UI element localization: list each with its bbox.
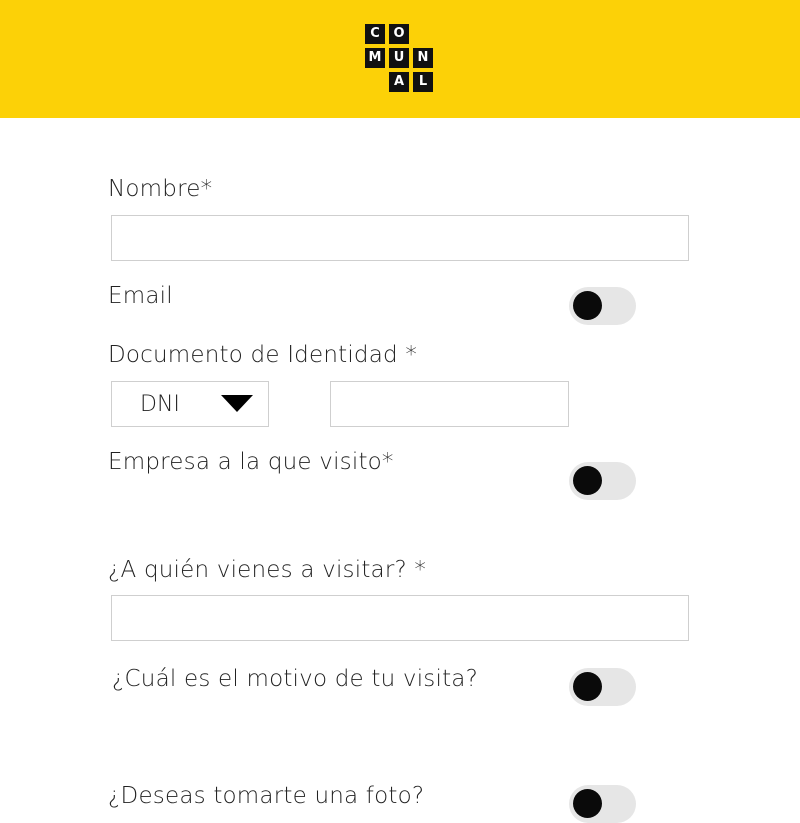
logo-tile: L [413, 72, 433, 92]
toggle-knob [573, 672, 602, 701]
comunal-logo: C O M U N A L [365, 24, 435, 94]
nombre-label: Nombre* [108, 176, 213, 202]
motivo-label: ¿Cuál es el motivo de tu visita? [112, 666, 478, 692]
nombre-input[interactable] [111, 215, 689, 261]
email-toggle[interactable] [569, 287, 636, 325]
logo-tile: C [365, 24, 385, 44]
logo-tile: A [389, 72, 409, 92]
foto-label: ¿Deseas tomarte una foto? [108, 783, 425, 809]
empresa-toggle[interactable] [569, 462, 636, 500]
header-bar: C O M U N A L [0, 0, 800, 118]
logo-tile: N [413, 48, 433, 68]
quien-input[interactable] [111, 595, 689, 641]
logo-tile: M [365, 48, 385, 68]
logo-tile: O [389, 24, 409, 44]
document-type-value: DNI [140, 392, 180, 417]
toggle-knob [573, 291, 602, 320]
email-label: Email [108, 283, 173, 309]
quien-label: ¿A quién vienes a visitar? * [108, 557, 427, 583]
logo-tile: U [389, 48, 409, 68]
document-number-input[interactable] [330, 381, 569, 427]
toggle-knob [573, 789, 602, 818]
empresa-label: Empresa a la que visito* [108, 449, 394, 475]
toggle-knob [573, 466, 602, 495]
documento-label: Documento de Identidad * [108, 342, 418, 368]
motivo-toggle[interactable] [569, 668, 636, 706]
document-type-select[interactable]: DNI [111, 381, 269, 427]
foto-toggle[interactable] [569, 785, 636, 823]
caret-down-icon [221, 395, 253, 412]
